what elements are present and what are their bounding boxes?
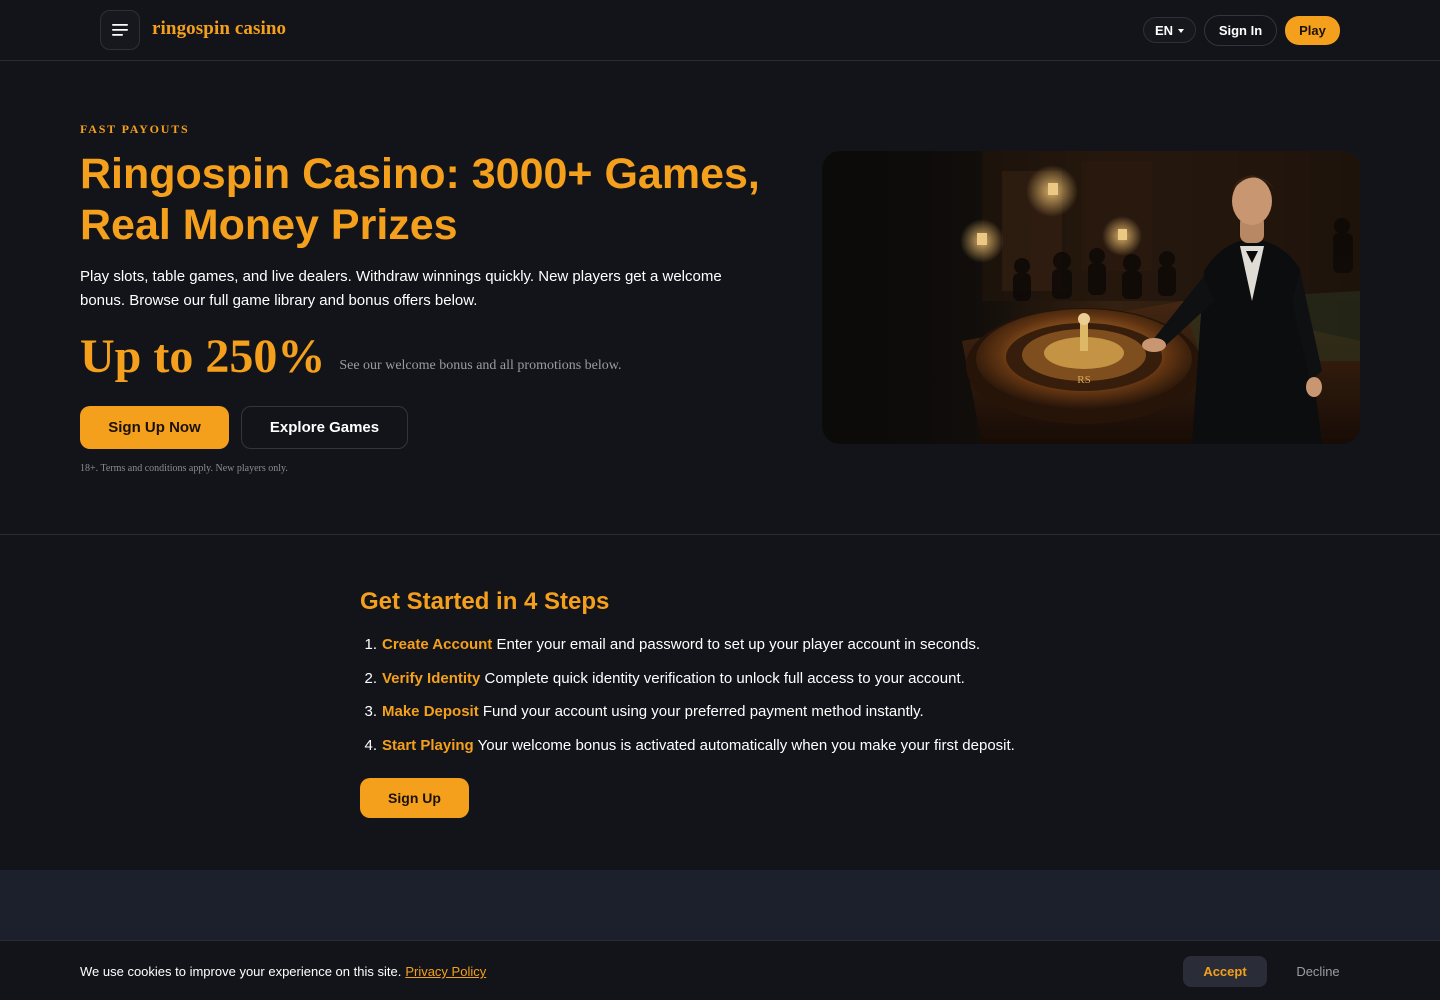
- steps-section: Get Started in 4 Steps 1. Create Account…: [0, 536, 1440, 870]
- hero-casino-image: RS: [822, 151, 1360, 444]
- decline-cookies-button[interactable]: Decline: [1290, 956, 1346, 987]
- brand-logo[interactable]: ringospin casino: [152, 18, 286, 40]
- explore-games-button[interactable]: Explore Games: [241, 406, 408, 449]
- accept-cookies-button[interactable]: Accept: [1183, 956, 1267, 987]
- step-text: Fund your account using your preferred p…: [482, 703, 924, 720]
- language-selector[interactable]: EN: [1143, 17, 1196, 43]
- bonus-row: Up to 250% See our welcome bonus and all…: [80, 331, 622, 383]
- step-item: 3. Make Deposit Fund your account using …: [360, 700, 1015, 734]
- sign-up-button[interactable]: Sign Up: [360, 778, 469, 818]
- step-number: 4.: [364, 736, 377, 754]
- step-number: 3.: [364, 703, 377, 720]
- step-item: 2. Verify Identity Complete quick identi…: [360, 667, 1015, 701]
- step-text: Complete quick identity verification to …: [484, 669, 965, 687]
- step-name: Create Account: [382, 636, 493, 653]
- step-name: Make Deposit: [382, 703, 479, 720]
- cookie-banner: We use cookies to improve your experienc…: [0, 940, 1440, 1000]
- step-number: 2.: [364, 669, 377, 687]
- language-label: EN: [1154, 22, 1174, 38]
- step-text: Enter your email and password to set up …: [496, 636, 981, 653]
- step-number: 1.: [364, 636, 377, 653]
- cookie-message: We use cookies to improve your experienc…: [80, 964, 486, 979]
- hero-title: Ringospin Casino: 3000+ Games, Real Mone…: [80, 150, 760, 249]
- hero-eyebrow: FAST PAYOUTS: [80, 122, 190, 136]
- step-text: Your welcome bonus is activated automati…: [477, 736, 1015, 754]
- bonus-note: See our welcome bonus and all promotions…: [339, 358, 622, 373]
- caret-down-icon: [1178, 28, 1185, 33]
- cookie-text: We use cookies to improve your experienc…: [80, 964, 402, 979]
- step-name: Start Playing: [382, 736, 474, 754]
- hero-section: FAST PAYOUTS Ringospin Casino: 3000+ Gam…: [0, 61, 1440, 535]
- step-item: 4. Start Playing Your welcome bonus is a…: [360, 734, 1015, 768]
- play-button[interactable]: Play: [1285, 16, 1340, 45]
- menu-button[interactable]: [100, 10, 140, 50]
- step-item: 1. Create Account Enter your email and p…: [360, 633, 1015, 667]
- casino-roulette-illustration: RS: [822, 151, 1360, 444]
- hero-disclaimer: 18+. Terms and conditions apply. New pla…: [80, 463, 288, 474]
- steps-title: Get Started in 4 Steps: [360, 588, 610, 615]
- hero-description: Play slots, table games, and live dealer…: [80, 268, 722, 309]
- steps-list: 1. Create Account Enter your email and p…: [360, 633, 1015, 768]
- bonus-amount: Up to 250%: [80, 330, 326, 383]
- privacy-policy-link[interactable]: Privacy Policy: [405, 964, 486, 979]
- sign-in-button[interactable]: Sign In: [1204, 15, 1277, 46]
- site-header: ringospin casino EN Sign In Play: [0, 0, 1440, 61]
- hamburger-menu-icon: [112, 24, 128, 36]
- sign-up-now-button[interactable]: Sign Up Now: [80, 406, 229, 449]
- step-name: Verify Identity: [382, 669, 481, 687]
